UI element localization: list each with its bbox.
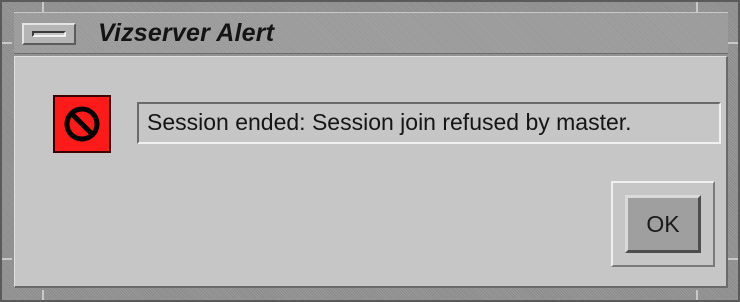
border-corner-mark xyxy=(696,2,698,12)
window-menu-icon xyxy=(32,31,66,37)
window-menu-button[interactable] xyxy=(22,23,76,45)
border-corner-mark xyxy=(42,2,44,12)
alert-message: Session ended: Session join refused by m… xyxy=(147,109,632,135)
ok-button[interactable]: OK xyxy=(625,195,701,253)
border-corner-mark xyxy=(728,42,738,44)
message-field: Session ended: Session join refused by m… xyxy=(137,102,721,144)
border-corner-mark xyxy=(2,258,12,260)
default-button-frame: OK xyxy=(611,181,715,267)
window-title: Vizserver Alert xyxy=(98,19,275,47)
dialog-body: Session ended: Session join refused by m… xyxy=(14,56,728,288)
alert-dialog-window: Vizserver Alert Session ended: Session j… xyxy=(0,0,740,302)
no-entry-icon xyxy=(53,95,111,153)
title-bar[interactable]: Vizserver Alert xyxy=(14,12,728,54)
border-corner-mark xyxy=(2,42,12,44)
border-corner-mark xyxy=(696,290,698,300)
border-corner-mark xyxy=(42,290,44,300)
border-corner-mark xyxy=(728,258,738,260)
